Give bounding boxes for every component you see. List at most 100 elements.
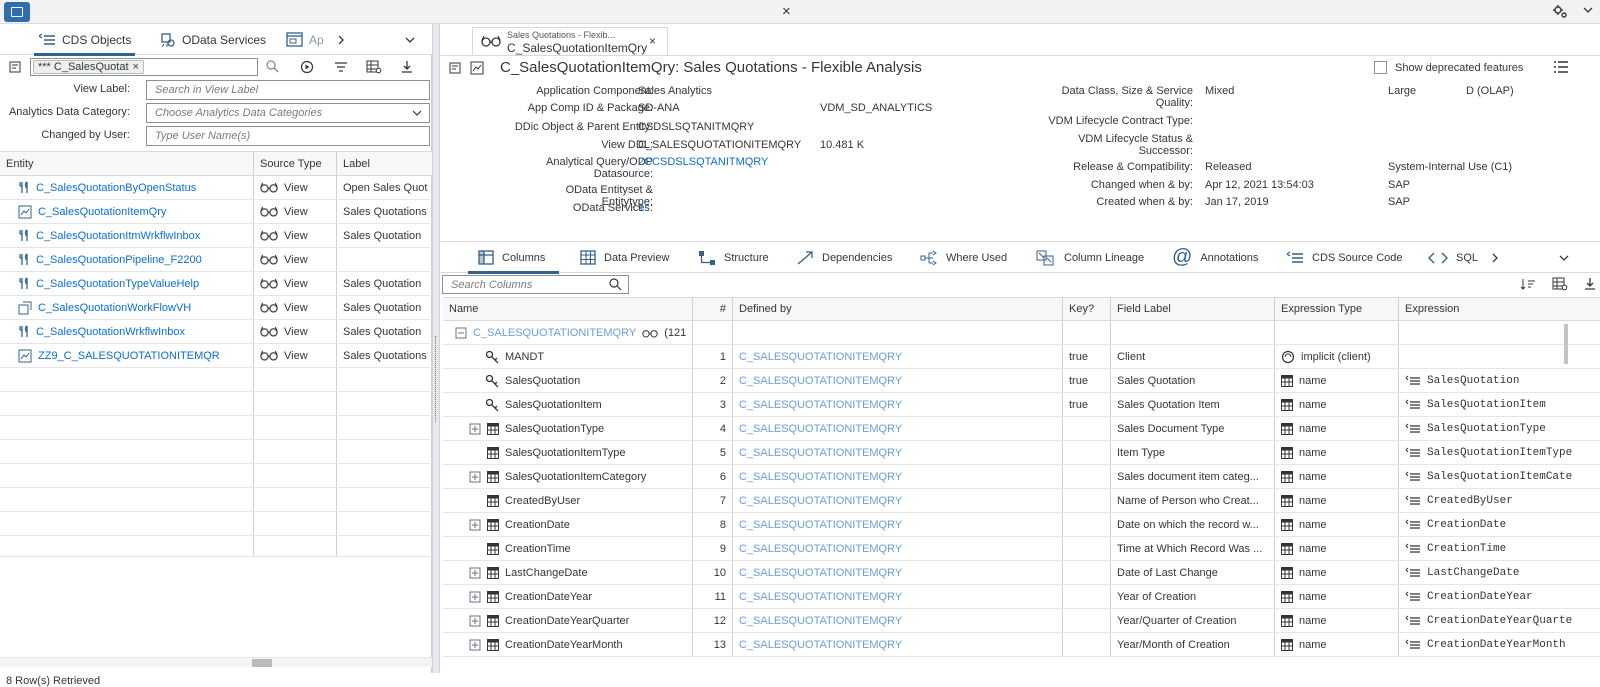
table-row[interactable]: SalesQuotationItem 3 C_SALESQUOTATIONITEMQ… (443, 393, 1600, 417)
vertical-scrollbar-thumb[interactable] (1564, 324, 1568, 364)
tab-data-preview[interactable]: Data Preview (580, 242, 669, 273)
run-search-icon[interactable] (300, 60, 314, 74)
defined-by-link[interactable]: C_SALESQUOTATIONITEMQRY (733, 441, 1063, 464)
expand-icon[interactable] (469, 519, 481, 531)
defined-by-link[interactable]: C_SALESQUOTATIONITEMQRY (733, 345, 1063, 368)
collapse-header-icon[interactable] (448, 61, 462, 75)
expand-icon[interactable] (469, 471, 481, 483)
table-row[interactable]: ZZ9_C_SALESQUOTATIONITEMQR View Sales Quot… (0, 344, 432, 368)
column-header-name[interactable]: Name (443, 298, 693, 320)
column-header-expression-type[interactable]: Expression Type (1275, 298, 1399, 320)
table-row[interactable]: C_SalesQuotationItemQry View Sales Quotati… (0, 200, 432, 224)
tab-scroll-right-icon[interactable] (336, 24, 346, 55)
expand-icon[interactable] (469, 615, 481, 627)
tab-column-lineage[interactable]: Column Lineage (1036, 242, 1144, 273)
expand-icon[interactable] (469, 591, 481, 603)
column-header-source-type[interactable]: Source Type (254, 152, 337, 175)
table-row[interactable]: CreatedByUser 7 C_SALESQUOTATIONITEMQRY Nam… (443, 489, 1600, 513)
tab-apps[interactable]: Ap (286, 24, 324, 55)
export-icon[interactable] (400, 60, 414, 74)
table-row[interactable]: CreationTime 9 C_SALESQUOTATIONITEMQRY Time… (443, 537, 1600, 561)
entity-link[interactable]: ZZ9_C_SALESQUOTATIONITEMQR (38, 350, 220, 362)
close-tab-icon[interactable]: × (649, 34, 656, 48)
table-row[interactable]: C_SalesQuotationByOpenStatus View Open Sal… (0, 176, 432, 200)
column-header-entity[interactable]: Entity (0, 152, 254, 175)
property-value[interactable]: 2CCSDSLSQTANITMQRY (638, 156, 768, 168)
entity-link[interactable]: C_SalesQuotationWrkflwInbox (36, 326, 185, 338)
search-icon[interactable] (609, 278, 622, 291)
defined-by-link[interactable]: C_SALESQUOTATIONITEMQRY (733, 489, 1063, 512)
export-icon[interactable] (1584, 277, 1596, 291)
menu-icon[interactable] (1554, 61, 1568, 73)
tab-cds-source-code[interactable]: CDS Source Code (1286, 242, 1403, 273)
scrollbar-thumb[interactable] (252, 659, 272, 667)
entity-link[interactable]: C_SalesQuotationItmWrkflwInbox (36, 230, 200, 242)
editor-tab[interactable]: Sales Quotations - Flexib... C_SalesQuot… (472, 27, 668, 55)
table-row[interactable]: CreationDateYearQuarter 12 C_SALESQUOTATIO… (443, 609, 1600, 633)
column-header-field-label[interactable]: Field Label (1111, 298, 1275, 320)
column-search-input[interactable]: Search Columns (442, 275, 629, 294)
show-deprecated-toggle[interactable]: Show deprecated features (1374, 61, 1523, 74)
column-header-defined-by[interactable]: Defined by (733, 298, 1063, 320)
table-row[interactable]: SalesQuotation 2 C_SALESQUOTATIONITEMQRY tr… (443, 369, 1600, 393)
search-token[interactable]: *** C_SalesQuotat × (33, 60, 144, 74)
chevron-down-icon[interactable] (411, 107, 423, 119)
expand-icon[interactable] (469, 423, 481, 435)
table-row[interactable]: C_SalesQuotationWrkflwInbox View Sales Quo… (0, 320, 432, 344)
entity-link[interactable]: C_SalesQuotationPipeline_F2200 (36, 254, 202, 266)
tab-overflow-chevron-icon[interactable] (404, 24, 416, 55)
tab-annotations[interactable]: @ Annotations (1172, 242, 1258, 273)
table-row-root[interactable]: C_SALESQUOTATIONITEMQRY (121 (443, 321, 1600, 345)
expand-icon[interactable] (469, 567, 481, 579)
defined-by-link[interactable]: C_SALESQUOTATIONITEMQRY (733, 561, 1063, 584)
close-icon[interactable]: × (782, 3, 791, 20)
table-settings-icon[interactable] (366, 60, 382, 74)
sort-icon[interactable] (1520, 277, 1536, 291)
table-row[interactable]: LastChangeDate 10 C_SALESQUOTATIONITEMQRY D… (443, 561, 1600, 585)
tab-scroll-right-icon[interactable] (1490, 242, 1500, 273)
filter-icon[interactable] (334, 60, 348, 74)
table-row[interactable]: SalesQuotationType 4 C_SALESQUOTATIONITEMQ… (443, 417, 1600, 441)
table-row[interactable]: CreationDateYearMonth 13 C_SALESQUOTATIONI… (443, 633, 1600, 657)
token-remove-icon[interactable]: × (133, 61, 139, 73)
chevron-down-icon[interactable] (1582, 4, 1594, 16)
entity-link[interactable]: C_SalesQuotationByOpenStatus (36, 182, 196, 194)
defined-by-link[interactable]: C_SALESQUOTATIONITEMQRY (733, 369, 1063, 392)
defined-by-link[interactable]: C_SALESQUOTATIONITEMQRY (733, 585, 1063, 608)
table-row[interactable]: C_SalesQuotationPipeline_F2200 View (0, 248, 432, 272)
changed-by-input[interactable]: Type User Name(s) (146, 126, 430, 146)
collapse-icon[interactable] (8, 60, 22, 74)
column-header-label[interactable]: Label (337, 152, 432, 175)
table-row[interactable]: MANDT 1 C_SALESQUOTATIONITEMQRY true Client i… (443, 345, 1600, 369)
expand-icon[interactable] (455, 327, 467, 339)
table-row[interactable]: C_SalesQuotationWorkFlowVH View Sales Quot… (0, 296, 432, 320)
defined-by-link[interactable]: C_SALESQUOTATIONITEMQRY (733, 393, 1063, 416)
tab-where-used[interactable]: Where Used (920, 242, 1007, 273)
table-row[interactable]: CreationDateYear 11 C_SALESQUOTATIONITEMQR… (443, 585, 1600, 609)
entity-link[interactable]: C_SalesQuotationTypeValueHelp (36, 278, 199, 290)
tab-sql[interactable]: SQL (1428, 242, 1478, 273)
table-row[interactable]: SalesQuotationItemCategory 6 C_SALESQUOTAT… (443, 465, 1600, 489)
column-header-key[interactable]: Key? (1063, 298, 1111, 320)
horizontal-scrollbar[interactable] (0, 657, 432, 667)
defined-by-link[interactable]: C_SALESQUOTATIONITEMQRY (733, 465, 1063, 488)
defined-by-link[interactable]: C_SALESQUOTATIONITEMQRY (733, 537, 1063, 560)
app-menu-button[interactable] (4, 2, 30, 22)
object-search-input[interactable]: *** C_SalesQuotat × (30, 58, 258, 76)
settings-icon[interactable] (1552, 4, 1568, 20)
column-header-expression[interactable]: Expression (1399, 298, 1600, 320)
tab-dependencies[interactable]: Dependencies (796, 242, 892, 273)
table-row[interactable]: CreationDate 8 C_SALESQUOTATIONITEMQRY Date… (443, 513, 1600, 537)
splitter-grip[interactable] (435, 336, 437, 422)
table-row[interactable]: SalesQuotationItemType 5 C_SALESQUOTATIONI… (443, 441, 1600, 465)
tab-columns[interactable]: Columns (467, 242, 560, 274)
tab-structure[interactable]: Structure (698, 242, 769, 273)
search-icon[interactable] (266, 60, 279, 73)
table-settings-icon[interactable] (1552, 277, 1568, 291)
entity-link[interactable]: C_SalesQuotationWorkFlowVH (38, 302, 191, 314)
show-deprecated-checkbox[interactable] (1374, 61, 1387, 74)
tab-overflow-chevron-icon[interactable] (1558, 242, 1570, 273)
tab-odata-services[interactable]: OData Services (160, 24, 266, 55)
analytics-category-select[interactable]: Choose Analytics Data Categories (146, 103, 430, 123)
root-entity-link[interactable]: C_SALESQUOTATIONITEMQRY (473, 327, 636, 339)
